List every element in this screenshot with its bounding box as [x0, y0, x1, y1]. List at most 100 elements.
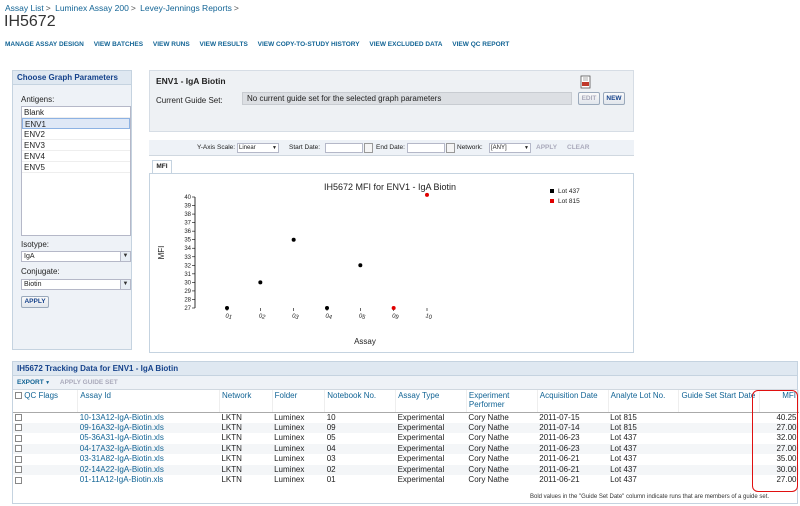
assay-id-link[interactable]: 10-13A12-IgA-Biotin.xls — [78, 412, 220, 423]
nav-view-excluded-data[interactable]: VIEW EXCLUDED DATA — [369, 41, 442, 48]
nav-manage-assay-design[interactable]: MANAGE ASSAY DESIGN — [5, 41, 84, 48]
nav-view-runs[interactable]: VIEW RUNS — [153, 41, 190, 48]
edit-guide-button[interactable]: EDIT — [578, 92, 600, 105]
row-checkbox[interactable] — [15, 476, 22, 484]
row-checkbox[interactable] — [15, 466, 22, 474]
column-header[interactable]: Experiment Performer — [466, 390, 538, 413]
assay-id-link[interactable]: 03-31A82-IgA-Biotin.xls — [78, 454, 220, 465]
export-button[interactable]: EXPORT — [17, 379, 44, 386]
y-tick-label: 27 — [184, 306, 191, 312]
legend-marker — [550, 199, 554, 203]
row-checkbox[interactable] — [15, 424, 22, 432]
column-header-qc-flags[interactable]: QC Flags — [13, 390, 79, 413]
table-cell: Experimental — [395, 422, 467, 433]
table-cell: LKTN — [221, 412, 242, 422]
conjugate-select[interactable]: Biotin ▼ — [21, 279, 131, 290]
breadcrumb-levey-jennings[interactable]: Levey-Jennings Reports — [140, 3, 232, 13]
table-cell: Lot 437 — [608, 443, 679, 454]
column-header[interactable]: Folder — [272, 390, 326, 413]
chevron-down-icon[interactable]: ▼ — [120, 280, 130, 289]
table-cell: Luminex — [274, 454, 305, 464]
yscale-value: Linear — [239, 145, 256, 151]
new-guide-button[interactable]: NEW — [603, 92, 625, 105]
antigen-item[interactable]: ENV5 — [22, 162, 130, 173]
chevron-down-icon[interactable]: ▼ — [272, 144, 277, 153]
table-row[interactable]: 09-16A32-IgA-Biotin.xls LKTN Luminex 09 Expe… — [13, 422, 799, 433]
table-row[interactable]: 01-11A12-IgA-Biotin.xls LKTN Luminex 01 Expe… — [13, 475, 799, 486]
antigen-item[interactable]: ENV4 — [22, 151, 130, 162]
mfi-column-highlight — [752, 390, 798, 492]
column-header[interactable]: Analyte Lot No. — [608, 390, 680, 413]
table-cell — [679, 433, 760, 444]
network-select[interactable]: [ANY] ▼ — [489, 143, 531, 153]
table-cell: Lot 815 — [610, 412, 637, 422]
antigen-item[interactable]: ENV2 — [22, 129, 130, 140]
row-checkbox[interactable] — [15, 434, 22, 442]
nav-view-copy-to-study[interactable]: VIEW COPY-TO-STUDY HISTORY — [258, 41, 360, 48]
table-row[interactable]: 04-17A32-IgA-Biotin.xls LKTN Luminex 04 Expe… — [13, 443, 799, 454]
row-checkbox[interactable] — [15, 445, 22, 453]
conjugate-label: Conjugate: — [21, 267, 60, 276]
table-row[interactable]: 03-31A82-IgA-Biotin.xls LKTN Luminex 03 Expe… — [13, 454, 799, 465]
breadcrumb-assay-list[interactable]: Assay List — [5, 3, 44, 13]
antigens-label: Antigens: — [21, 95, 55, 104]
row-checkbox[interactable] — [15, 413, 22, 421]
chart-toolbar: Y-Axis Scale: Linear ▼ Start Date: End D… — [149, 140, 634, 156]
chevron-down-icon[interactable]: ▼ — [44, 380, 50, 386]
calendar-icon[interactable] — [446, 143, 455, 153]
apply-filter-button[interactable]: APPLY — [536, 144, 557, 151]
column-header[interactable]: Acquisition Date — [537, 390, 609, 413]
nav-view-qc-report[interactable]: VIEW QC REPORT — [452, 41, 509, 48]
assay-id-link[interactable]: 04-17A32-IgA-Biotin.xls — [77, 443, 220, 454]
table-cell: Experimental — [397, 433, 445, 443]
row-checkbox[interactable] — [15, 455, 22, 463]
calendar-icon[interactable] — [364, 143, 373, 153]
column-header[interactable]: Network — [219, 390, 273, 413]
column-header[interactable]: Assay Id — [77, 390, 220, 413]
nav-view-results[interactable]: VIEW RESULTS — [200, 41, 248, 48]
pdf-icon[interactable] — [580, 75, 592, 89]
clear-filter-button[interactable]: CLEAR — [567, 144, 589, 151]
start-date-input[interactable] — [325, 143, 363, 153]
assay-id-link[interactable]: 09-16A32-IgA-Biotin.xls — [77, 422, 220, 433]
assay-id-link[interactable]: 05-36A31-IgA-Biotin.xls — [78, 433, 220, 444]
page-title: IH5672 — [4, 13, 56, 30]
x-tick-label: 05 — [358, 313, 367, 321]
chevron-down-icon[interactable]: ▼ — [524, 144, 529, 153]
table-row[interactable]: 02-14A22-IgA-Biotin.xls LKTN Luminex 02 Expe… — [13, 464, 799, 475]
guide-set-label: Current Guide Set: — [156, 96, 223, 105]
chevron-down-icon[interactable]: ▼ — [120, 252, 130, 261]
isotype-select[interactable]: IgA ▼ — [21, 251, 131, 262]
antigen-item[interactable]: Blank — [22, 107, 130, 118]
table-cell: 09 — [324, 422, 396, 433]
table-cell: LKTN — [219, 422, 273, 433]
assay-id-link[interactable]: 01-11A12-IgA-Biotin.xls — [78, 475, 220, 486]
tab-mfi[interactable]: MFI — [152, 160, 172, 173]
column-header[interactable]: Guide Set Start Date — [678, 390, 761, 413]
table-cell: LKTN — [221, 475, 242, 485]
y-tick-label: 32 — [184, 263, 191, 269]
apply-params-button[interactable]: APPLY — [21, 296, 49, 308]
assay-id-link[interactable]: 02-14A22-IgA-Biotin.xls — [77, 464, 220, 475]
breadcrumb-luminex-assay[interactable]: Luminex Assay 200 — [55, 3, 129, 13]
y-axis-label: MFI — [157, 246, 166, 260]
tracking-data-table: QC Flags Assay Id Network Folder Noteboo… — [13, 390, 799, 486]
y-tick-label: 31 — [184, 272, 191, 278]
table-cell: Cory Nathe — [466, 422, 538, 433]
antigens-list[interactable]: Blank ENV1 ENV2 ENV3 ENV4 ENV5 — [21, 106, 131, 236]
end-date-input[interactable] — [407, 143, 445, 153]
table-row[interactable]: 05-36A31-IgA-Biotin.xls LKTN Luminex 05 Expe… — [13, 433, 799, 444]
isotype-label: Isotype: — [21, 240, 50, 249]
antigen-item-selected[interactable]: ENV1 — [22, 118, 130, 129]
column-header[interactable]: Assay Type — [395, 390, 467, 413]
select-all-checkbox[interactable] — [15, 392, 22, 400]
column-header[interactable]: Notebook No. — [324, 390, 397, 413]
data-point — [425, 192, 429, 197]
yscale-select[interactable]: Linear ▼ — [237, 143, 279, 153]
antigen-item[interactable]: ENV3 — [22, 140, 130, 151]
y-tick-label: 35 — [184, 238, 191, 244]
apply-guide-set-button[interactable]: APPLY GUIDE SET — [60, 379, 118, 386]
nav-view-batches[interactable]: VIEW BATCHES — [94, 41, 143, 48]
table-cell: Cory Nathe — [466, 443, 538, 454]
table-row[interactable]: 10-13A12-IgA-Biotin.xls LKTN Luminex 10 Expe… — [13, 412, 799, 423]
